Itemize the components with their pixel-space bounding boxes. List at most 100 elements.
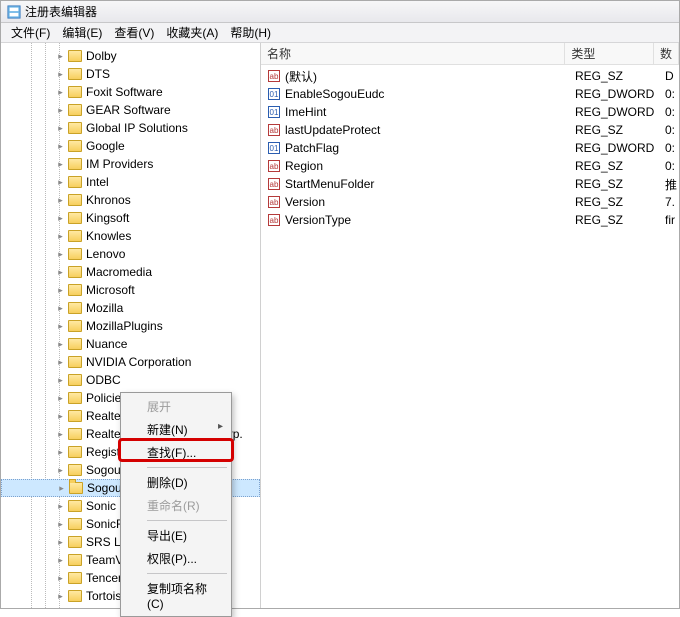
tree-item[interactable]: ▸Khronos (1, 191, 260, 209)
expander-icon[interactable]: ▸ (55, 123, 66, 134)
value-row[interactable]: ablastUpdateProtectREG_SZ0: (261, 121, 679, 139)
menu-edit[interactable]: 编辑(E) (56, 22, 108, 43)
tree-item[interactable]: ▸ Microsoft (1, 281, 260, 299)
expander-icon[interactable]: ▸ (56, 483, 67, 494)
expander-icon[interactable]: ▸ (55, 375, 66, 386)
col-data[interactable]: 数 (654, 43, 679, 65)
expander-icon[interactable]: ▸ (55, 249, 66, 260)
value-row[interactable]: ab(默认)REG_SZD (261, 67, 679, 85)
tree-item[interactable]: ▸Intel (1, 173, 260, 191)
tree-item[interactable]: ▸Knowles (1, 227, 260, 245)
tree-item[interactable]: ▸ DTS (1, 65, 260, 83)
value-row[interactable]: abVersionTypeREG_SZfir (261, 211, 679, 229)
tree-item[interactable]: ▸Foxit Software (1, 83, 260, 101)
list-body: ab(默认)REG_SZD01EnableSogouEudcREG_DWORD0… (261, 65, 679, 229)
tree-item[interactable]: ▸ Nuance (1, 335, 260, 353)
folder-icon (68, 320, 82, 332)
col-name[interactable]: 名称 (261, 43, 565, 65)
expander-icon[interactable]: ▸ (55, 51, 66, 62)
expander-icon[interactable]: ▸ (55, 357, 66, 368)
tree-item[interactable]: ▸Dolby (1, 47, 260, 65)
col-type[interactable]: 类型 (565, 43, 654, 65)
tree-item[interactable]: ▸Kingsoft (1, 209, 260, 227)
value-row[interactable]: abStartMenuFolderREG_SZ推 (261, 175, 679, 193)
expander-icon[interactable]: ▸ (55, 411, 66, 422)
tree-label: Sonic (86, 499, 116, 513)
ctx-rename[interactable]: 重命名(R) (123, 494, 229, 517)
tree-item[interactable]: ▸NVIDIA Corporation (1, 353, 260, 371)
tree-item[interactable]: ▸IM Providers (1, 155, 260, 173)
ctx-delete[interactable]: 删除(D) (123, 471, 229, 494)
value-data: 推 (665, 176, 679, 193)
window-title: 注册表编辑器 (25, 3, 97, 20)
folder-icon (68, 464, 82, 476)
folder-icon (68, 230, 82, 242)
folder-icon (68, 590, 82, 602)
expander-icon[interactable]: ▸ (55, 231, 66, 242)
expander-icon[interactable]: ▸ (55, 501, 66, 512)
menu-file[interactable]: 文件(F) (5, 22, 56, 43)
tree-label: Microsoft (86, 283, 135, 297)
value-row[interactable]: 01ImeHintREG_DWORD0: (261, 103, 679, 121)
ctx-expand[interactable]: 展开 (123, 395, 229, 418)
folder-icon (68, 518, 82, 530)
folder-icon (68, 194, 82, 206)
tree-label: DTS (86, 67, 110, 81)
expander-icon[interactable]: ▸ (55, 555, 66, 566)
folder-icon (69, 482, 83, 494)
ctx-export[interactable]: 导出(E) (123, 524, 229, 547)
expander-icon[interactable]: ▸ (55, 213, 66, 224)
expander-icon[interactable]: ▸ (55, 393, 66, 404)
titlebar: 注册表编辑器 (1, 1, 679, 23)
ctx-find[interactable]: 查找(F)... (123, 441, 229, 464)
tree-item[interactable]: ▸MozillaPlugins (1, 317, 260, 335)
tree-item[interactable]: ▸Mozilla (1, 299, 260, 317)
menu-fav[interactable]: 收藏夹(A) (160, 22, 224, 43)
tree-item[interactable]: ▸GEAR Software (1, 101, 260, 119)
value-row[interactable]: 01PatchFlagREG_DWORD0: (261, 139, 679, 157)
tree-item[interactable]: ▸ODBC (1, 371, 260, 389)
ctx-sep (147, 520, 227, 521)
expander-icon[interactable]: ▸ (55, 429, 66, 440)
value-data: 0: (665, 141, 679, 155)
expander-icon[interactable]: ▸ (55, 537, 66, 548)
folder-icon (68, 536, 82, 548)
tree-item[interactable]: ▸Macromedia (1, 263, 260, 281)
value-row[interactable]: abVersionREG_SZ7. (261, 193, 679, 211)
expander-icon[interactable]: ▸ (55, 267, 66, 278)
ctx-new[interactable]: 新建(N) (123, 418, 229, 441)
expander-icon[interactable]: ▸ (55, 465, 66, 476)
tree-label: Nuance (86, 337, 127, 351)
expander-icon[interactable]: ▸ (55, 303, 66, 314)
expander-icon[interactable]: ▸ (55, 339, 66, 350)
expander-icon[interactable]: ▸ (55, 69, 66, 80)
expander-icon[interactable]: ▸ (55, 177, 66, 188)
tree-label: Lenovo (86, 247, 125, 261)
expander-icon[interactable]: ▸ (55, 519, 66, 530)
expander-icon[interactable]: ▸ (55, 105, 66, 116)
reg-dword-icon: 01 (267, 141, 281, 155)
expander-icon[interactable]: ▸ (55, 321, 66, 332)
expander-icon[interactable]: ▸ (55, 141, 66, 152)
values-pane: 名称 类型 数 ab(默认)REG_SZD01EnableSogouEudcRE… (261, 43, 679, 608)
menu-help[interactable]: 帮助(H) (224, 22, 277, 43)
tree-item[interactable]: ▸Global IP Solutions (1, 119, 260, 137)
expander-icon[interactable]: ▸ (55, 195, 66, 206)
value-type: REG_SZ (575, 123, 665, 137)
expander-icon[interactable]: ▸ (55, 87, 66, 98)
expander-icon[interactable]: ▸ (55, 159, 66, 170)
expander-icon[interactable]: ▸ (55, 591, 66, 602)
value-data: 0: (665, 123, 679, 137)
value-row[interactable]: abRegionREG_SZ0: (261, 157, 679, 175)
folder-icon (68, 392, 82, 404)
value-row[interactable]: 01EnableSogouEudcREG_DWORD0: (261, 85, 679, 103)
value-data: D (665, 69, 679, 83)
tree-item[interactable]: ▸ Lenovo (1, 245, 260, 263)
ctx-permissions[interactable]: 权限(P)... (123, 547, 229, 570)
menu-view[interactable]: 查看(V) (108, 22, 160, 43)
expander-icon[interactable]: ▸ (55, 447, 66, 458)
tree-item[interactable]: ▸Google (1, 137, 260, 155)
expander-icon[interactable]: ▸ (55, 285, 66, 296)
ctx-copyname[interactable]: 复制项名称(C) (123, 577, 229, 614)
expander-icon[interactable]: ▸ (55, 573, 66, 584)
